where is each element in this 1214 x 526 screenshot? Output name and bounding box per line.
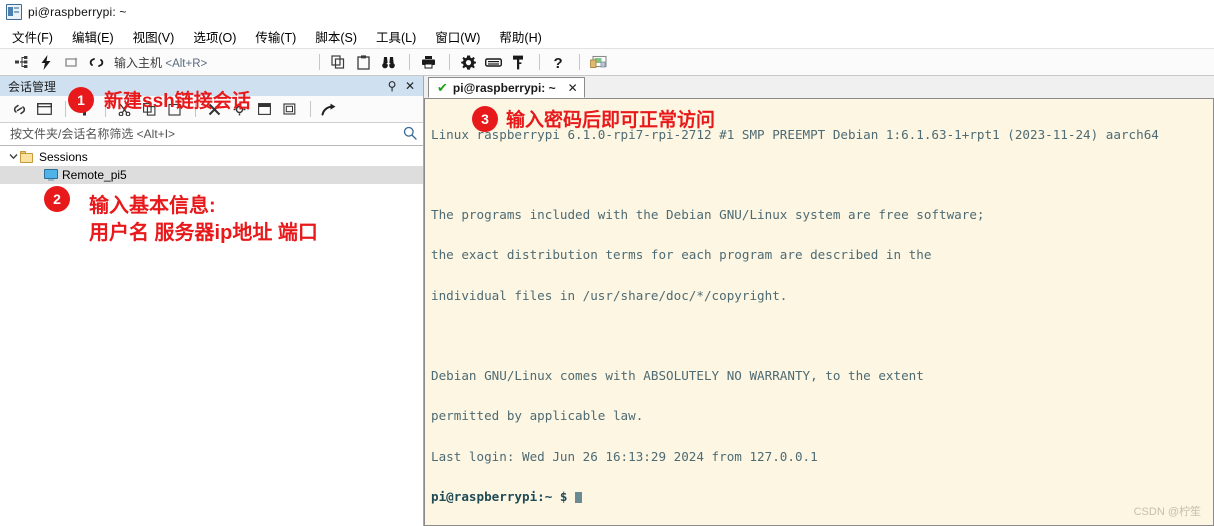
- menu-transfer[interactable]: 传输(T): [255, 27, 296, 46]
- close-icon[interactable]: ✕: [568, 81, 578, 95]
- window-titlebar: pi@raspberrypi: ~: [0, 0, 1214, 24]
- paste-icon[interactable]: [352, 52, 374, 72]
- annotation-badge-1: 1: [68, 87, 94, 113]
- reconnect-icon[interactable]: [60, 52, 82, 72]
- terminal-tab-pi-raspberrypi[interactable]: ✔ pi@raspberrypi: ~ ✕: [428, 77, 585, 98]
- tree-node-sessions-label: Sessions: [39, 150, 88, 164]
- folder-icon: [20, 151, 34, 163]
- find-binoculars-icon[interactable]: [377, 52, 399, 72]
- menu-window[interactable]: 窗口(W): [435, 27, 480, 46]
- annotation-enter-password: 输入密码后即可正常访问: [506, 110, 716, 131]
- terminal-prompt-line: pi@raspberrypi:~ $: [431, 490, 1213, 503]
- terminal-line: individual files in /usr/share/doc/*/cop…: [431, 287, 788, 303]
- menu-file[interactable]: 文件(F): [12, 27, 53, 46]
- terminal-tab-label: pi@raspberrypi: ~: [452, 80, 556, 95]
- monitor-icon: [44, 169, 58, 181]
- tree-node-remote-pi5-label: Remote_pi5: [62, 168, 127, 182]
- settings-gear-icon[interactable]: [457, 52, 479, 72]
- annotation-badge-3: 3: [472, 106, 498, 132]
- session-filter-bar: [0, 123, 423, 146]
- terminal-prompt: pi@raspberrypi:~ $: [431, 488, 576, 504]
- annotation-badge-2: 2: [44, 186, 70, 212]
- terminal-line: The programs included with the Debian GN…: [431, 207, 985, 223]
- terminal-output[interactable]: Linux raspberrypi 6.1.0-rpi7-rpi-2712 #1…: [424, 99, 1214, 526]
- toolbar-separator-5: [579, 54, 581, 70]
- duplicate-icon[interactable]: [278, 99, 300, 119]
- window-title: pi@raspberrypi: ~: [28, 5, 127, 19]
- print-icon[interactable]: [417, 52, 439, 72]
- session-filter-input[interactable]: [8, 126, 403, 142]
- watermark: CSDN @柠笙: [1133, 505, 1201, 518]
- key-icon[interactable]: [507, 52, 529, 72]
- chevron-down-icon[interactable]: [6, 152, 20, 162]
- menu-edit[interactable]: 编辑(E): [72, 27, 114, 46]
- copy-icon[interactable]: [327, 52, 349, 72]
- terminal-tabstrip: ✔ pi@raspberrypi: ~ ✕: [424, 76, 1214, 99]
- search-icon[interactable]: [403, 126, 417, 143]
- terminal-line: the exact distribution terms for each pr…: [431, 247, 932, 263]
- toolbar-separator-3: [449, 54, 451, 70]
- tree-node-sessions[interactable]: Sessions: [0, 148, 423, 166]
- new-folder-icon[interactable]: [33, 99, 55, 119]
- host-entry-text: 输入主机: [114, 55, 163, 70]
- close-icon[interactable]: ✕: [401, 78, 419, 94]
- menu-view[interactable]: 视图(V): [133, 27, 175, 46]
- terminal-window-icon: [6, 4, 22, 20]
- file-transfer-icon[interactable]: [587, 52, 609, 72]
- menu-tools[interactable]: 工具(L): [376, 27, 416, 46]
- annotation-enter-basic-info: 输入基本信息: 用户名 服务器ip地址 端口: [89, 195, 318, 244]
- share-icon[interactable]: [318, 99, 340, 119]
- menu-options[interactable]: 选项(O): [193, 27, 236, 46]
- quick-connect-lightning-icon[interactable]: [35, 52, 57, 72]
- toolbar-separator-4: [539, 54, 541, 70]
- new-session-icon[interactable]: [10, 52, 32, 72]
- session-manager-panel: 会话管理 ⚲ ✕ 按文件夹/会话名称筛选 <Alt+I> Sessions Re…: [0, 76, 424, 526]
- link-icon[interactable]: [8, 99, 30, 119]
- session-toolbar-separator-4: [310, 101, 311, 117]
- main-content: 会话管理 ⚲ ✕ 按文件夹/会话名称筛选 <Alt+I> Sessions Re…: [0, 76, 1214, 526]
- terminal-line: Debian GNU/Linux comes with ABSOLUTELY N…: [431, 368, 924, 384]
- menubar: 文件(F) 编辑(E) 视图(V) 选项(O) 传输(T) 脚本(S) 工具(L…: [0, 24, 1214, 49]
- host-entry-label[interactable]: 输入主机 <Alt+R>: [114, 54, 207, 71]
- help-question-icon[interactable]: ?: [547, 52, 569, 72]
- green-check-icon: ✔: [437, 80, 448, 95]
- annotation-new-ssh-session: 新建ssh链接会话: [104, 91, 251, 112]
- menu-script[interactable]: 脚本(S): [315, 27, 357, 46]
- main-toolbar: 输入主机 <Alt+R> ?: [0, 49, 1214, 76]
- terminal-line: Last login: Wed Jun 26 16:13:29 2024 fro…: [431, 448, 818, 464]
- keyboard-icon[interactable]: [482, 52, 504, 72]
- terminal-line: permitted by applicable law.: [431, 408, 644, 424]
- tree-node-remote-pi5[interactable]: Remote_pi5: [0, 166, 423, 184]
- menu-help[interactable]: 帮助(H): [499, 27, 541, 46]
- disconnect-chain-icon[interactable]: [85, 52, 107, 72]
- terminal-cursor: [575, 491, 583, 503]
- toolbar-separator-2: [409, 54, 411, 70]
- pin-icon[interactable]: ⚲: [383, 78, 401, 94]
- terminal-area: ✔ pi@raspberrypi: ~ ✕ Linux raspberrypi …: [424, 76, 1214, 526]
- toolbar-separator-1: [319, 54, 321, 70]
- host-entry-hotkey: <Alt+R>: [165, 57, 208, 70]
- rename-icon[interactable]: [253, 99, 275, 119]
- securecrt-window: pi@raspberrypi: ~ 文件(F) 编辑(E) 视图(V) 选项(O…: [0, 0, 1214, 526]
- svg-text:?: ?: [553, 55, 562, 70]
- session-toolbar-separator-1: [65, 101, 66, 117]
